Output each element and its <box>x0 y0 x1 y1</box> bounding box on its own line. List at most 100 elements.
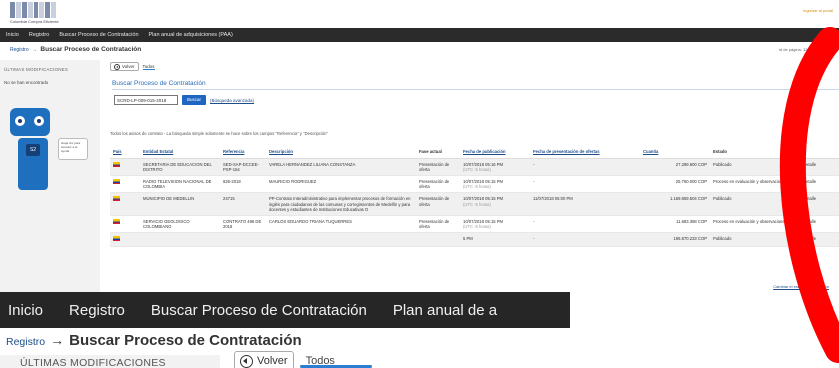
divider <box>112 89 839 90</box>
row-desc: CARLOS EDUARDO TRIANA TUQUERRES <box>266 215 416 234</box>
zoom-sidebar-title: ÚLTIMAS MODIFICACIONES <box>20 357 166 368</box>
table-row: MUNICIPIO DE MEDELLIN 24715 PP-Contrato … <box>110 192 839 216</box>
colombia-flag-icon <box>113 236 120 242</box>
col-fecha-ofertas[interactable]: Fecha de presentación de ofertas <box>530 146 640 159</box>
help-bubble: Haga clic para acceder a la ayuda <box>58 138 88 160</box>
logo-caption: Colombia Compra Eficiente <box>10 19 59 24</box>
row-phase: Presentación de oferta <box>416 175 460 194</box>
row-ref: 926-2018 <box>220 175 266 194</box>
colombia-compra-logo[interactable]: Colombia Compra Eficiente <box>10 2 59 26</box>
breadcrumb-arrow: → <box>32 47 38 53</box>
col-cuantia[interactable]: Cuantía <box>640 146 710 159</box>
col-fecha-publicacion[interactable]: Fecha de publicación <box>460 146 530 159</box>
advanced-search-link[interactable]: (Búsqueda avanzada) <box>210 98 254 103</box>
row-desc: VARELA HERNANDEZ LILIANA CONSTANZA <box>266 158 416 176</box>
zoom-inset: Inicio Registro Buscar Proceso de Contra… <box>0 292 570 368</box>
nav-item-plan-anual[interactable]: Plan anual de adquisiciones (PAA) <box>149 32 233 38</box>
row-offer: - <box>530 175 640 194</box>
row-amount: 1.169.859.504 COP <box>640 192 710 216</box>
row-desc <box>266 232 416 247</box>
row-amount: 196.870.233 COP <box>640 232 710 247</box>
col-entidad[interactable]: Entidad Estatal <box>140 146 220 159</box>
row-detail-link[interactable]: Detalle <box>800 158 839 176</box>
help-robot-icon[interactable]: S2 <box>10 108 62 198</box>
zoom-page-title: Buscar Proceso de Contratación <box>69 332 302 349</box>
table-row: SERVICIO GEOLOGICO COLOMBIANO CONTRATO 4… <box>110 215 839 234</box>
nav-item-registro[interactable]: Registro <box>29 32 49 38</box>
page-id-value: 12050440 <box>803 47 821 52</box>
row-pub: 10/07/2018 05:16 PM (UTC -5 horas) <box>460 158 530 176</box>
row-state: Proceso en evaluación y observaciones <box>710 215 800 234</box>
row-flag <box>110 158 140 176</box>
row-ref: SED-SAP-DCCEE-PSP-154 <box>220 158 266 176</box>
row-phase <box>416 232 460 247</box>
row-offer: 11/07/2018 05:00 PM <box>530 192 640 216</box>
col-estado: Estado <box>710 146 800 159</box>
table-header-row: País Entidad Estatal Referencia Descripc… <box>110 146 839 159</box>
row-detail-link[interactable]: Detalle <box>800 232 839 247</box>
row-pub-tz: (UTC -5 horas) <box>463 201 491 207</box>
row-amount: 11.683.388 COP <box>640 215 710 234</box>
toolbar: Volver Todos <box>110 62 155 71</box>
row-pub: 10/07/2018 05:15 PM (UTC -5 horas) <box>460 192 530 216</box>
zoom-main-nav: Inicio Registro Buscar Proceso de Contra… <box>0 292 570 328</box>
row-desc: PP-Contrato Interadministrativo para imp… <box>266 192 416 216</box>
table-row: 5 PM - 196.870.233 COP Publicado Detalle <box>110 232 839 247</box>
row-phase: Presentación de oferta <box>416 192 460 216</box>
page-id-label: Id de página: <box>778 47 802 52</box>
back-button-label: Volver <box>122 64 135 69</box>
row-pub-tz: (UTC -5 horas) <box>463 224 491 230</box>
row-offer: - <box>530 158 640 176</box>
breadcrumb: Registro → Buscar Proceso de Contratació… <box>10 46 141 53</box>
search-button[interactable]: Buscar <box>182 95 207 105</box>
row-phase: Presentación de oferta <box>416 158 460 176</box>
row-pub: 5 PM <box>460 232 530 247</box>
nav-item-buscar-proceso[interactable]: Buscar Proceso de Contratación <box>59 32 138 38</box>
row-pub-tz: (UTC -5 horas) <box>463 166 491 172</box>
col-fase: Fase actual <box>416 146 460 159</box>
tab-todos[interactable]: Todos <box>142 64 155 70</box>
row-ref: 24715 <box>220 192 266 216</box>
zoom-breadcrumb-arrow: → <box>50 332 65 348</box>
col-pais[interactable]: País <box>110 146 140 159</box>
row-entity: SERVICIO GEOLOGICO COLOMBIANO <box>140 215 220 234</box>
breadcrumb-link-registro[interactable]: Registro <box>10 47 29 53</box>
zoom-breadcrumb-link-registro[interactable]: Registro <box>6 336 45 348</box>
colombia-flag-icon <box>113 161 120 167</box>
pagination-style-link[interactable]: Cambiar el estilo de paginación <box>773 284 829 289</box>
col-descripcion[interactable]: Descripción <box>266 146 416 159</box>
row-detail-link[interactable]: Detalle <box>800 192 839 216</box>
page-title: Buscar Proceso de Contratación <box>40 46 142 53</box>
zoom-nav-item-buscar-proceso[interactable]: Buscar Proceso de Contratación <box>151 302 367 319</box>
col-referencia[interactable]: Referencia <box>220 146 266 159</box>
top-header: Colombia Compra Eficiente Ingresar al po… <box>0 0 839 28</box>
top-login-link[interactable]: Ingresar al portal <box>803 8 833 13</box>
col-actions <box>800 146 839 159</box>
help-link[interactable]: Ayuda <box>822 47 833 52</box>
row-detail-link[interactable]: Detalle <box>800 215 839 234</box>
row-detail-link[interactable]: Detalle <box>800 175 839 194</box>
robot-badge: S2 <box>26 144 40 156</box>
results-table: País Entidad Estatal Referencia Descripc… <box>110 146 839 247</box>
zoom-nav-item-inicio[interactable]: Inicio <box>8 302 43 319</box>
search-note: Todos los avisos de contrato - La búsque… <box>110 131 328 136</box>
row-state: Publicado <box>710 192 800 216</box>
row-state: Publicado <box>710 158 800 176</box>
row-entity: RADIO TELEVISION NACIONAL DE COLOMBIA <box>140 175 220 194</box>
sidebar-empty-text: No se han encontrado <box>4 80 49 85</box>
row-pub-tz: (UTC -5 horas) <box>463 184 491 190</box>
zoom-nav-item-plan-anual[interactable]: Plan anual de a <box>393 302 497 319</box>
back-button[interactable]: Volver <box>110 62 139 71</box>
row-pub-date: 5 PM <box>463 236 473 242</box>
row-state: Proceso en evaluación y observaciones <box>710 175 800 194</box>
zoom-nav-item-registro[interactable]: Registro <box>69 302 125 319</box>
zoom-back-button[interactable]: Volver <box>234 351 294 368</box>
row-amount: 27.289.600 COP <box>640 158 710 176</box>
search-input[interactable]: SCRD-LP-009-015-2018 <box>114 95 178 105</box>
search-row: SCRD-LP-009-015-2018 Buscar (Búsqueda av… <box>114 95 254 105</box>
back-arrow-icon <box>114 63 120 70</box>
row-flag <box>110 232 140 247</box>
row-flag <box>110 192 140 216</box>
nav-item-inicio[interactable]: Inicio <box>6 32 19 38</box>
row-entity <box>140 232 220 247</box>
